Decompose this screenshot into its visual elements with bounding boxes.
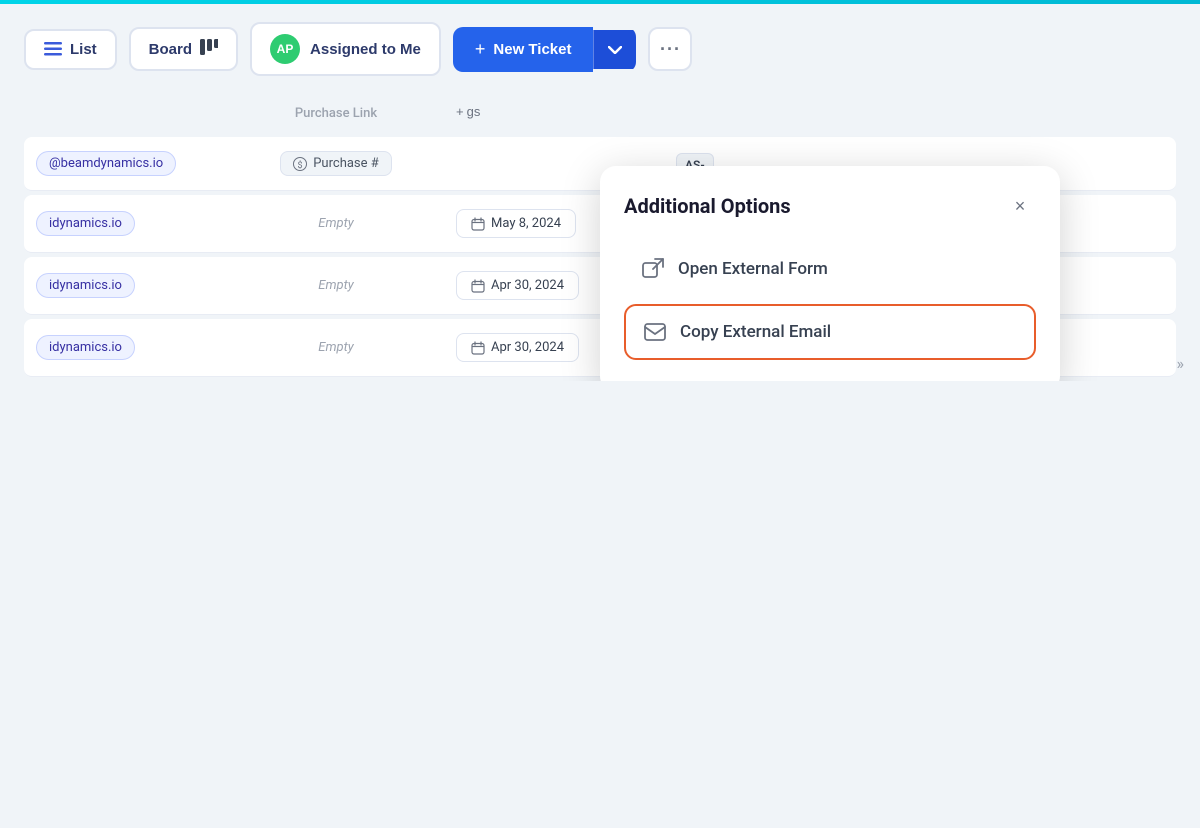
chevron-down-icon — [608, 42, 622, 57]
board-icon — [200, 39, 218, 59]
new-ticket-label: New Ticket — [493, 41, 571, 58]
more-dots-icon: ··· — [660, 39, 681, 60]
list-label: List — [70, 41, 97, 58]
open-external-form-item[interactable]: Open External Form — [624, 242, 1036, 296]
email-chip: idynamics.io — [36, 273, 135, 298]
new-ticket-chevron-button[interactable] — [593, 30, 636, 69]
board-view-button[interactable]: Board — [129, 27, 238, 71]
copy-external-email-item[interactable]: Copy External Email — [624, 304, 1036, 360]
purchase-link-header: Purchase Link — [295, 106, 377, 121]
email-icon — [644, 323, 666, 341]
add-column-button[interactable]: + gs — [456, 104, 480, 119]
date-chip: Apr 30, 2024 — [456, 271, 579, 300]
external-link-icon — [642, 258, 664, 280]
date-chip: Apr 30, 2024 — [456, 333, 579, 362]
more-options-button[interactable]: ··· — [648, 27, 692, 71]
email-chip: @beamdynamics.io — [36, 151, 176, 176]
expand-arrows[interactable]: » — [1177, 354, 1185, 373]
plus-icon: + — [475, 39, 486, 60]
purchase-cell: Empty — [216, 340, 456, 355]
add-col-label: gs — [467, 104, 481, 119]
main-content: » Purchase Link + gs @beamdynamics.io — [0, 94, 1200, 381]
chevron-right-double-icon: » — [1177, 354, 1185, 373]
list-view-button[interactable]: List — [24, 29, 117, 70]
table-header-row: Purchase Link + gs — [24, 94, 1176, 129]
assigned-label: Assigned to Me — [310, 41, 421, 58]
toolbar: List Board AP Assigned to Me + New Ticke… — [0, 4, 1200, 94]
email-chip: idynamics.io — [36, 335, 135, 360]
empty-label: Empty — [318, 278, 353, 293]
email-cell: idynamics.io — [36, 211, 216, 236]
purchase-cell: $ Purchase # — [216, 151, 456, 176]
email-cell: idynamics.io — [36, 335, 216, 360]
new-ticket-button-group: + New Ticket — [453, 27, 637, 72]
popup-header: Additional Options × — [624, 190, 1036, 222]
assigned-to-me-button[interactable]: AP Assigned to Me — [250, 22, 441, 76]
email-chip: idynamics.io — [36, 211, 135, 236]
avatar: AP — [270, 34, 300, 64]
empty-label: Empty — [318, 216, 353, 231]
email-cell: @beamdynamics.io — [36, 151, 216, 176]
close-icon: × — [1015, 196, 1026, 217]
copy-external-email-label: Copy External Email — [680, 322, 831, 342]
svg-text:$: $ — [298, 160, 303, 171]
purchase-chip: $ Purchase # — [280, 151, 392, 176]
list-icon — [44, 42, 62, 56]
popup-title: Additional Options — [624, 194, 791, 218]
board-label: Board — [149, 41, 192, 58]
open-external-form-label: Open External Form — [678, 259, 828, 279]
new-ticket-button[interactable]: + New Ticket — [453, 27, 594, 72]
date-chip: May 8, 2024 — [456, 209, 576, 238]
email-cell: idynamics.io — [36, 273, 216, 298]
empty-label: Empty — [318, 340, 353, 355]
purchase-cell: Empty — [216, 278, 456, 293]
purchase-cell: Empty — [216, 216, 456, 231]
additional-options-popup: Additional Options × Open External Form — [600, 166, 1060, 381]
plus-col-icon: + — [456, 104, 464, 119]
popup-close-button[interactable]: × — [1004, 190, 1036, 222]
